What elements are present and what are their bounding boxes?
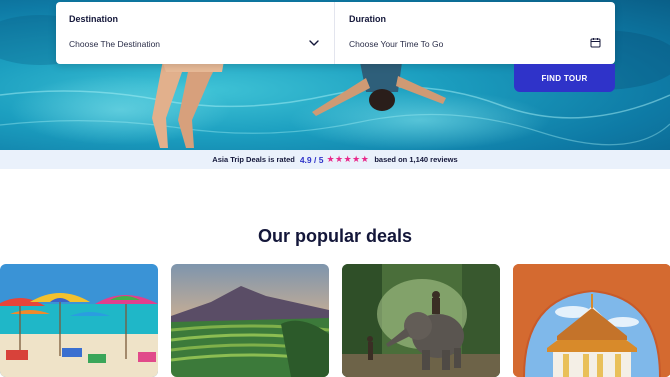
star-rating-icon: ★★★★★	[326, 154, 370, 164]
rating-score: 4.9 / 5	[299, 154, 324, 165]
duration-label: Duration	[349, 14, 386, 24]
deal-card-elephant[interactable]	[342, 264, 500, 377]
review-count[interactable]: based on 1,140 reviews	[374, 155, 457, 164]
deal-card-volcano[interactable]	[171, 264, 329, 377]
find-tour-button[interactable]: FIND TOUR	[514, 64, 615, 92]
chevron-down-icon[interactable]	[308, 37, 320, 49]
beach-umbrellas-photo	[0, 264, 158, 377]
duration-value[interactable]: Choose Your Time To Go	[349, 39, 443, 49]
destination-value[interactable]: Choose The Destination	[69, 39, 160, 49]
rating-prefix: Asia Trip Deals is rated	[212, 155, 295, 164]
calendar-icon[interactable]	[590, 37, 601, 48]
popular-deals-heading: Our popular deals	[257, 226, 413, 246]
tour-search-form: Destination Choose The Destination Durat…	[56, 2, 615, 64]
duration-picker[interactable]: Duration Choose Your Time To Go	[336, 2, 615, 64]
rating-bar: Asia Trip Deals is rated 4.9 / 5 ★★★★★ b…	[0, 150, 670, 169]
elephant-jungle-photo	[342, 264, 500, 377]
thai-temple-photo	[513, 264, 670, 377]
deal-card-beach[interactable]	[0, 264, 158, 377]
deal-card-temple[interactable]	[513, 264, 670, 377]
destination-dropdown[interactable]: Destination Choose The Destination	[56, 2, 335, 64]
volcano-rice-terraces-photo	[171, 264, 329, 377]
page: Destination Choose The Destination Durat…	[0, 0, 670, 377]
destination-label: Destination	[69, 14, 119, 24]
